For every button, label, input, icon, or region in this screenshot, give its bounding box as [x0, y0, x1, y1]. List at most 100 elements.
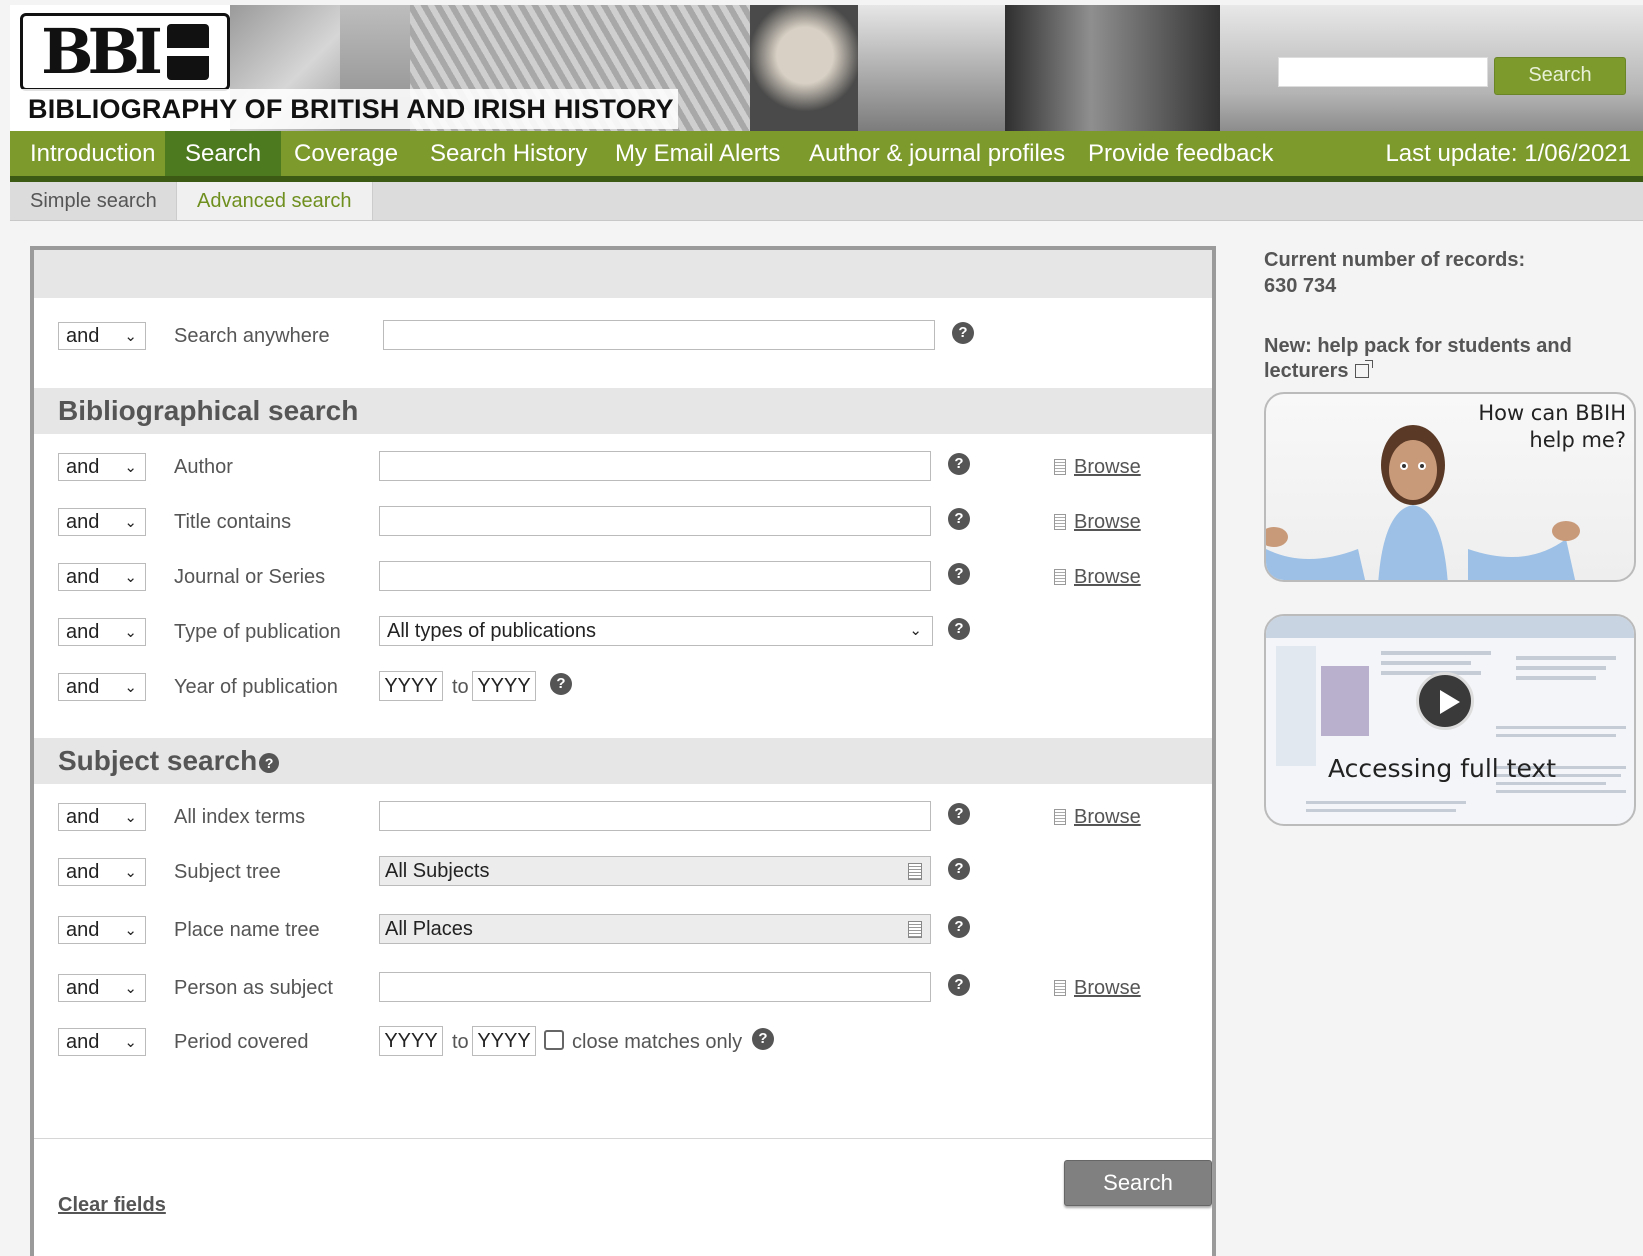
row-search-anywhere: and ⌄ Search anywhere ? [34, 320, 1212, 354]
help-icon[interactable]: ? [948, 618, 970, 640]
operator-select[interactable]: and ⌄ [58, 858, 146, 886]
nav-provide-feedback[interactable]: Provide feedback [1068, 131, 1293, 176]
chevron-down-icon: ⌄ [124, 809, 137, 826]
close-matches-checkbox[interactable] [544, 1030, 564, 1050]
list-icon [1054, 459, 1066, 475]
banner-image-portrait [750, 5, 860, 131]
tab-advanced-search[interactable]: Advanced search [176, 182, 373, 220]
subject-tree-field[interactable]: All Subjects [379, 856, 931, 886]
tab-simple-search[interactable]: Simple search [10, 182, 177, 220]
label-author: Author [174, 456, 233, 478]
promo-help-video[interactable]: How can BBIH help me? [1264, 392, 1636, 582]
row-title: and ⌄ Title contains ? Browse [34, 506, 1212, 540]
help-icon[interactable]: ? [752, 1028, 774, 1050]
play-icon[interactable] [1416, 672, 1474, 730]
row-period-covered: and ⌄ Period covered YYYY to YYYY close m… [34, 1026, 1212, 1060]
nav-email-alerts[interactable]: My Email Alerts [595, 131, 800, 176]
label-type-of-publication: Type of publication [174, 621, 341, 643]
header-banner: BBI BIBLIOGRAPHY OF BRITISH AND IRISH HI… [10, 5, 1643, 131]
year-to-input[interactable]: YYYY [472, 671, 536, 701]
row-journal: and ⌄ Journal or Series ? Browse [34, 561, 1212, 595]
help-icon[interactable]: ? [550, 673, 572, 695]
row-subject-tree: and ⌄ Subject tree All Subjects ? [34, 856, 1212, 890]
browse-title-link[interactable]: Browse [1054, 508, 1141, 536]
promo-full-text-caption: Accessing full text [1328, 754, 1557, 783]
person-as-subject-input[interactable] [379, 972, 931, 1002]
help-icon[interactable]: ? [948, 803, 970, 825]
list-icon [1054, 809, 1066, 825]
row-index-terms: and ⌄ All index terms ? Browse [34, 801, 1212, 835]
row-author: and ⌄ Author ? Browse [34, 451, 1212, 485]
nav-search[interactable]: Search [165, 131, 282, 176]
period-to-input[interactable]: YYYY [472, 1026, 536, 1056]
help-pack-link[interactable]: New: help pack for students and lecturer… [1264, 334, 1624, 384]
chevron-down-icon: ⌄ [124, 514, 137, 531]
operator-select[interactable]: and ⌄ [58, 618, 146, 646]
help-icon[interactable]: ? [948, 974, 970, 996]
header-search-button[interactable]: Search [1494, 57, 1626, 95]
place-name-tree-field[interactable]: All Places [379, 914, 931, 944]
operator-select[interactable]: and ⌄ [58, 322, 146, 350]
nav-introduction[interactable]: Introduction [10, 131, 175, 176]
operator-select[interactable]: and ⌄ [58, 1028, 146, 1056]
operator-select[interactable]: and ⌄ [58, 453, 146, 481]
search-anywhere-input[interactable] [383, 320, 935, 350]
shrugging-arms [1266, 521, 1580, 580]
to-label: to [452, 676, 469, 698]
main-nav: Introduction Search Coverage Search Hist… [10, 131, 1643, 182]
operator-select[interactable]: and ⌄ [58, 803, 146, 831]
year-from-input[interactable]: YYYY [379, 671, 443, 701]
period-from-input[interactable]: YYYY [379, 1026, 443, 1056]
operator-select[interactable]: and ⌄ [58, 508, 146, 536]
records-info: Current number of records: 630 734 [1264, 247, 1624, 299]
chevron-down-icon: ⌄ [124, 679, 137, 696]
label-search-anywhere: Search anywhere [174, 325, 330, 347]
list-icon [1054, 569, 1066, 585]
browse-person-link[interactable]: Browse [1054, 974, 1141, 1002]
chevron-down-icon: ⌄ [124, 1034, 137, 1051]
external-link-icon [1354, 360, 1373, 378]
label-subject-tree: Subject tree [174, 861, 281, 883]
author-input[interactable] [379, 451, 931, 481]
chevron-down-icon: ⌄ [909, 622, 922, 639]
promo-full-text-video[interactable]: Accessing full text [1264, 614, 1636, 826]
panel-header [34, 250, 1212, 298]
sub-nav: Simple search Advanced search [10, 182, 1643, 221]
browse-author-link[interactable]: Browse [1054, 453, 1141, 481]
index-terms-input[interactable] [379, 801, 931, 831]
chevron-down-icon: ⌄ [124, 328, 137, 345]
browse-index-terms-link[interactable]: Browse [1054, 803, 1141, 831]
records-label: Current number of records: [1264, 249, 1526, 271]
header-search-input[interactable] [1278, 57, 1488, 87]
help-icon[interactable]: ? [952, 322, 974, 344]
search-submit-button[interactable]: Search [1064, 1160, 1212, 1206]
operator-select[interactable]: and ⌄ [58, 974, 146, 1002]
section-subject: Subject search? [34, 738, 1212, 784]
list-icon [1054, 980, 1066, 996]
label-journal: Journal or Series [174, 566, 326, 588]
publication-type-select[interactable]: All types of publications ⌄ [379, 616, 933, 646]
row-type-of-publication: and ⌄ Type of publication All types of pu… [34, 616, 1212, 650]
journal-input[interactable] [379, 561, 931, 591]
help-icon[interactable]: ? [948, 858, 970, 880]
nav-author-journal-profiles[interactable]: Author & journal profiles [789, 131, 1085, 176]
chevron-down-icon: ⌄ [124, 922, 137, 939]
title-input[interactable] [379, 506, 931, 536]
browse-journal-link[interactable]: Browse [1054, 563, 1141, 591]
label-title-contains: Title contains [174, 511, 292, 533]
operator-select[interactable]: and ⌄ [58, 563, 146, 591]
operator-select[interactable]: and ⌄ [58, 673, 146, 701]
list-icon[interactable] [908, 863, 922, 880]
operator-select[interactable]: and ⌄ [58, 916, 146, 944]
nav-search-history[interactable]: Search History [410, 131, 607, 176]
clear-fields-link[interactable]: Clear fields [58, 1194, 166, 1217]
nav-coverage[interactable]: Coverage [274, 131, 418, 176]
help-icon[interactable]: ? [948, 453, 970, 475]
logo-mark: BBI [20, 13, 230, 91]
help-icon[interactable]: ? [259, 753, 280, 773]
help-icon[interactable]: ? [948, 916, 970, 938]
last-update: Last update: 1/06/2021 [1385, 140, 1631, 167]
help-icon[interactable]: ? [948, 508, 970, 530]
help-icon[interactable]: ? [948, 563, 970, 585]
list-icon[interactable] [908, 921, 922, 938]
